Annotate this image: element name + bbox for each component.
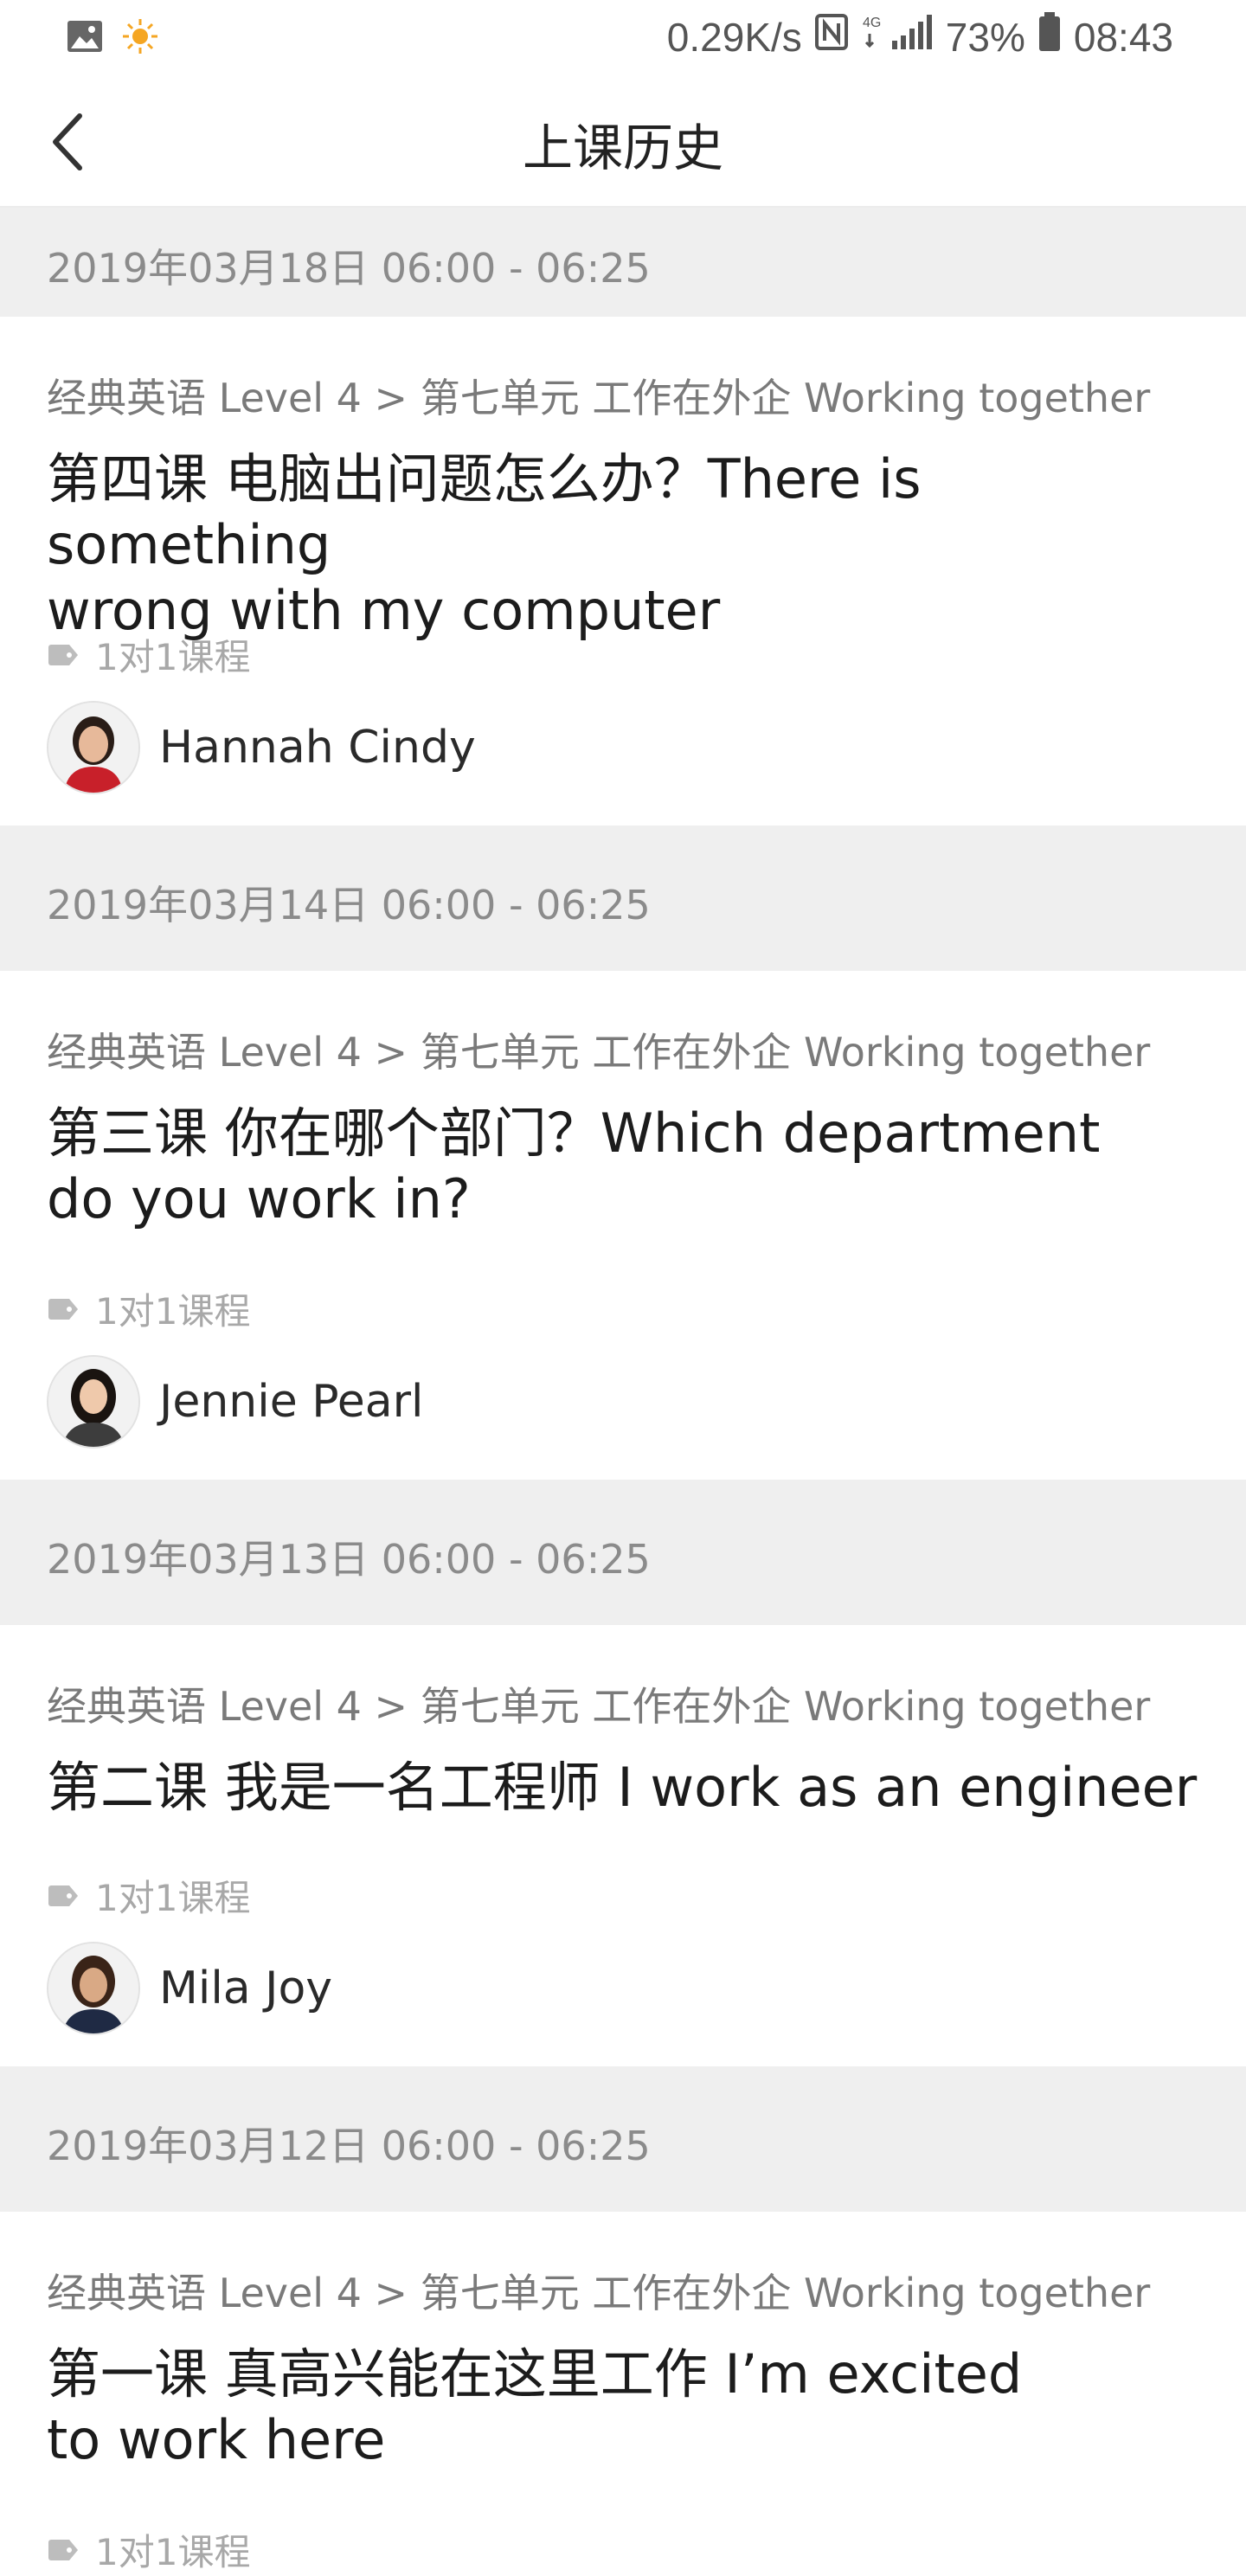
tag-icon <box>48 644 78 665</box>
lesson-title-line-1: 第四课 电脑出问题怎么办？There is something <box>47 447 922 576</box>
lesson-title: 第三课 你在哪个部门？Which department do you work … <box>47 1101 1198 1232</box>
network-type: 4G <box>863 16 881 30</box>
lesson-title-line-2: do you work in? <box>47 1167 471 1230</box>
course-type-label: 1对1课程 <box>95 636 251 678</box>
date-header: 2019年03月18日 06:00 - 06:25 <box>0 208 1246 317</box>
status-bar: 0.29K/s 4G 73% 08:43 <box>0 0 1246 76</box>
page-title: 上课历史 <box>522 119 723 177</box>
course-breadcrumb: 经典英语 Level 4 > 第七单元 工作在外企 Working togeth… <box>47 1683 1151 1730</box>
tag-icon <box>48 2539 78 2560</box>
date-text: 2019年03月13日 06:00 - 06:25 <box>47 1536 651 1583</box>
course-type: 1对1课程 <box>47 1282 250 1335</box>
status-left <box>66 17 159 59</box>
battery-icon <box>1037 12 1062 61</box>
top-app-bar: 上课历史 <box>0 76 1246 208</box>
teacher-name: Mila Joy <box>159 1963 333 2014</box>
date-header: 2019年03月12日 06:00 - 06:25 <box>0 2066 1246 2212</box>
teacher-name: Hannah Cindy <box>159 722 476 774</box>
lesson-title: 第四课 电脑出问题怎么办？There is something wrong wi… <box>47 446 1198 644</box>
course-type: 1对1课程 <box>47 1869 250 1922</box>
teacher-row: Jennie Pearl <box>47 1355 423 1449</box>
course-type-label: 1对1课程 <box>95 1290 251 1333</box>
status-right: 0.29K/s 4G 73% 08:43 <box>667 12 1173 61</box>
lesson-title-line-1: 第一课 真高兴能在这里工作 I’m excited <box>47 2342 1023 2406</box>
lesson-title: 第一课 真高兴能在这里工作 I’m excited to work here <box>47 2342 1198 2473</box>
battery-percent: 73% <box>945 14 1025 60</box>
lesson-title-line-1: 第三课 你在哪个部门？Which department <box>47 1102 1101 1165</box>
date-text: 2019年03月12日 06:00 - 06:25 <box>47 2123 651 2169</box>
date-text: 2019年03月18日 06:00 - 06:25 <box>47 245 651 292</box>
clock: 08:43 <box>1073 14 1173 60</box>
course-type-label: 1对1课程 <box>95 2531 251 2573</box>
course-type: 1对1课程 <box>47 2523 250 2576</box>
date-text: 2019年03月14日 06:00 - 06:25 <box>47 882 651 928</box>
lesson-title-line-2: to work here <box>47 2408 386 2471</box>
date-header: 2019年03月13日 06:00 - 06:25 <box>0 1480 1246 1625</box>
avatar <box>47 1942 140 2035</box>
brightness-icon <box>121 17 159 59</box>
nfc-icon <box>814 13 849 61</box>
date-header: 2019年03月14日 06:00 - 06:25 <box>0 825 1246 971</box>
course-type-label: 1对1课程 <box>95 1877 251 1919</box>
course-type: 1对1课程 <box>47 628 250 681</box>
lesson-title: 第二课 我是一名工程师 I work as an engineer <box>47 1755 1198 1821</box>
course-breadcrumb: 经典英语 Level 4 > 第七单元 工作在外企 Working togeth… <box>47 2270 1151 2316</box>
lesson-card[interactable]: 经典英语 Level 4 > 第七单元 工作在外企 Working togeth… <box>0 1625 1246 2066</box>
lesson-card[interactable]: 经典英语 Level 4 > 第七单元 工作在外企 Working togeth… <box>0 2212 1246 2575</box>
signal-icon: 4G <box>861 13 934 61</box>
teacher-row: Hannah Cindy <box>47 701 476 794</box>
lesson-title-line-1: 第二课 我是一名工程师 I work as an engineer <box>47 1756 1198 1819</box>
avatar <box>47 701 140 794</box>
course-breadcrumb: 经典英语 Level 4 > 第七单元 工作在外企 Working togeth… <box>47 1029 1151 1076</box>
class-history-list: 2019年03月18日 06:00 - 06:25 经典英语 Level 4 >… <box>0 208 1246 2575</box>
tag-icon <box>48 1885 78 1906</box>
image-icon <box>66 19 104 57</box>
lesson-card[interactable]: 经典英语 Level 4 > 第七单元 工作在外企 Working togeth… <box>0 317 1246 825</box>
teacher-row: Mila Joy <box>47 1942 332 2035</box>
lesson-card[interactable]: 经典英语 Level 4 > 第七单元 工作在外企 Working togeth… <box>0 971 1246 1480</box>
net-speed: 0.29K/s <box>666 14 802 60</box>
teacher-name: Jennie Pearl <box>159 1376 424 1428</box>
avatar <box>47 1355 140 1449</box>
tag-icon <box>48 1298 78 1320</box>
course-breadcrumb: 经典英语 Level 4 > 第七单元 工作在外企 Working togeth… <box>47 375 1151 421</box>
